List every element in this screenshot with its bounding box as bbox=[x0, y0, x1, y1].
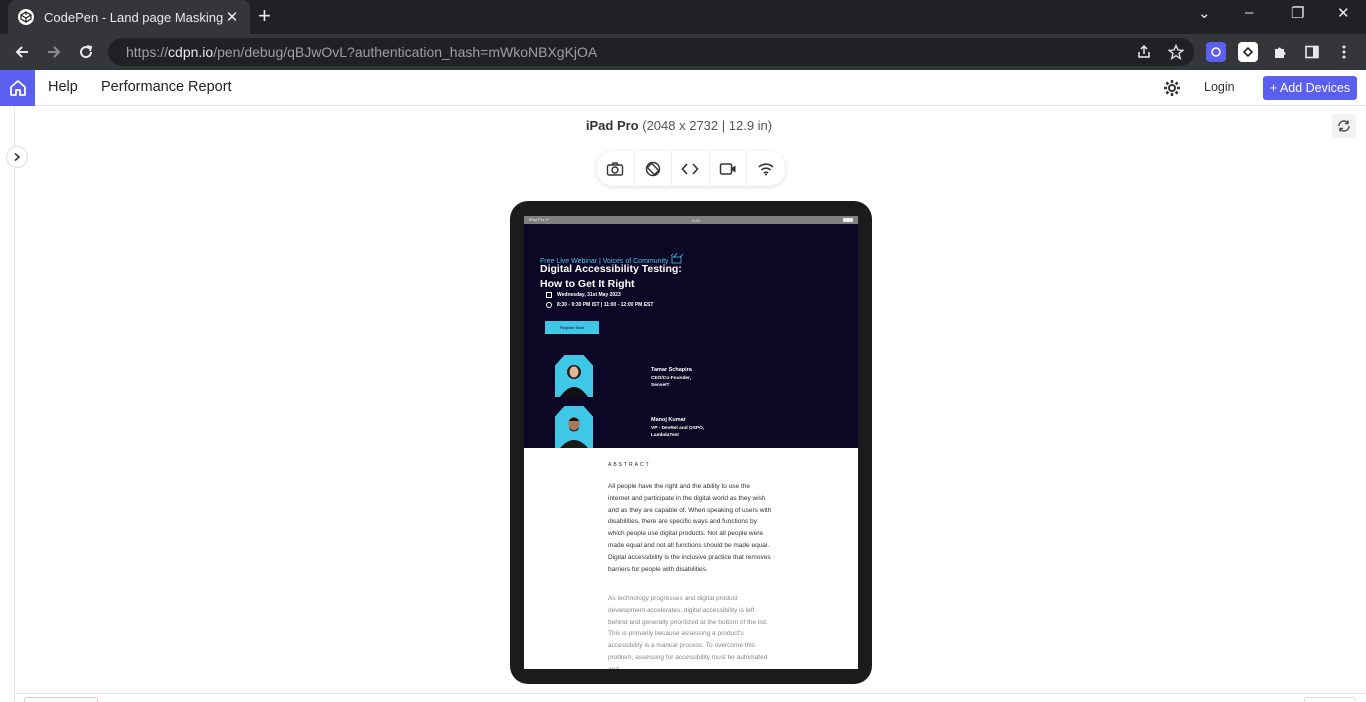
clock-icon bbox=[546, 302, 552, 308]
status-time: 9:41 bbox=[692, 217, 700, 223]
webinar-hero: Free Live Webinar | Voices of Community … bbox=[524, 224, 858, 448]
restore-icon[interactable]: ❐ bbox=[1291, 4, 1304, 22]
menu-icon[interactable] bbox=[1334, 42, 1354, 62]
forward-icon[interactable] bbox=[42, 40, 66, 64]
browser-tab[interactable]: CodePen - Land page Masking ✕ bbox=[8, 0, 250, 34]
back-icon[interactable] bbox=[10, 40, 34, 64]
ipad-frame: iPad Pro ᯤ 9:41 Free Live Webinar | Voic… bbox=[510, 201, 872, 684]
url-text: https://cdpn.io/pen/debug/qBJwOvL?authen… bbox=[126, 44, 598, 60]
register-now-button[interactable]: Register Now bbox=[545, 321, 599, 334]
add-devices-button[interactable]: + Add Devices bbox=[1263, 76, 1357, 100]
device-screen[interactable]: iPad Pro ᯤ 9:41 Free Live Webinar | Voic… bbox=[524, 216, 858, 669]
puzzle-icon[interactable] bbox=[1270, 42, 1290, 62]
expand-sidebar-button[interactable] bbox=[6, 146, 28, 168]
abstract-paragraph: As technology progresses and digital pro… bbox=[608, 595, 768, 669]
screenshot-camera-icon[interactable] bbox=[597, 151, 635, 186]
status-carrier: iPad Pro ᯤ bbox=[529, 217, 550, 222]
speaker-role: VP - DevRel and OSPO, LambdaTest bbox=[651, 426, 705, 438]
minimize-icon[interactable]: – bbox=[1245, 4, 1253, 21]
browser-tab-bar: CodePen - Land page Masking ✕ + ⌄ – ❐ ✕ bbox=[0, 0, 1366, 34]
share-icon[interactable] bbox=[1134, 42, 1154, 62]
extension-icon[interactable] bbox=[1206, 42, 1226, 62]
app-header: Help Performance Report Login + Add Devi… bbox=[0, 70, 1366, 106]
abstract-paragraph: All people have the right and the abilit… bbox=[608, 483, 772, 573]
bottom-panel-tab[interactable] bbox=[1304, 697, 1356, 702]
webinar-title: Digital Accessibility Testing: How to Ge… bbox=[540, 263, 682, 290]
speaker-name: Manoj Kumar bbox=[651, 417, 686, 423]
help-link[interactable]: Help bbox=[48, 79, 78, 95]
performance-report-link[interactable]: Performance Report bbox=[101, 79, 232, 95]
device-toolbar bbox=[597, 151, 785, 186]
bottom-panel-tab[interactable] bbox=[24, 697, 98, 702]
rotate-device-icon[interactable] bbox=[635, 151, 673, 186]
code-icon[interactable] bbox=[672, 151, 710, 186]
ios-status-bar: iPad Pro ᯤ 9:41 bbox=[524, 216, 858, 224]
tab-title: CodePen - Land page Masking bbox=[44, 9, 224, 25]
new-tab-icon[interactable]: + bbox=[258, 5, 271, 27]
device-spec: (2048 x 2732 | 12.9 in) bbox=[642, 118, 773, 133]
webinar-date: Wednesday, 31st May 2023 bbox=[546, 292, 621, 298]
tab-close-icon[interactable]: ✕ bbox=[224, 8, 240, 26]
chevron-right-icon bbox=[14, 152, 21, 162]
side-panel-icon[interactable] bbox=[1302, 42, 1322, 62]
speaker-photo bbox=[555, 406, 593, 448]
extension-2-icon[interactable] bbox=[1238, 42, 1258, 62]
home-icon[interactable] bbox=[0, 70, 35, 106]
abstract-heading: ABSTRACT bbox=[608, 462, 651, 468]
speaker-photo bbox=[555, 355, 593, 397]
speaker-role: CEO/Co-Founder, SenseIT bbox=[651, 376, 691, 388]
tab-search-icon[interactable]: ⌄ bbox=[1198, 4, 1211, 22]
bottom-divider bbox=[15, 693, 1366, 694]
device-name: iPad Pro bbox=[585, 118, 639, 133]
reload-icon[interactable] bbox=[74, 40, 98, 64]
sidebar-rail bbox=[14, 106, 15, 702]
window-close-icon[interactable]: ✕ bbox=[1337, 4, 1350, 22]
webinar-time: 8:30 - 9:30 PM IST | 11:00 - 12:00 PM ES… bbox=[546, 302, 653, 308]
video-record-icon[interactable] bbox=[710, 151, 748, 186]
network-wifi-icon[interactable] bbox=[747, 151, 785, 186]
calendar-icon bbox=[546, 292, 552, 298]
bookmark-star-icon[interactable] bbox=[1166, 42, 1186, 62]
codepen-icon bbox=[18, 9, 34, 25]
address-bar[interactable]: https://cdpn.io/pen/debug/qBJwOvL?authen… bbox=[108, 38, 1194, 66]
refresh-device-icon[interactable] bbox=[1332, 114, 1356, 138]
gear-icon[interactable] bbox=[1162, 78, 1182, 98]
device-title: iPad Pro (2048 x 2732 | 12.9 in) bbox=[0, 118, 1358, 133]
battery-icon bbox=[843, 218, 853, 222]
speaker-name: Tamar Schapira bbox=[651, 367, 692, 373]
login-link[interactable]: Login bbox=[1204, 80, 1235, 94]
browser-toolbar: https://cdpn.io/pen/debug/qBJwOvL?authen… bbox=[0, 34, 1366, 70]
